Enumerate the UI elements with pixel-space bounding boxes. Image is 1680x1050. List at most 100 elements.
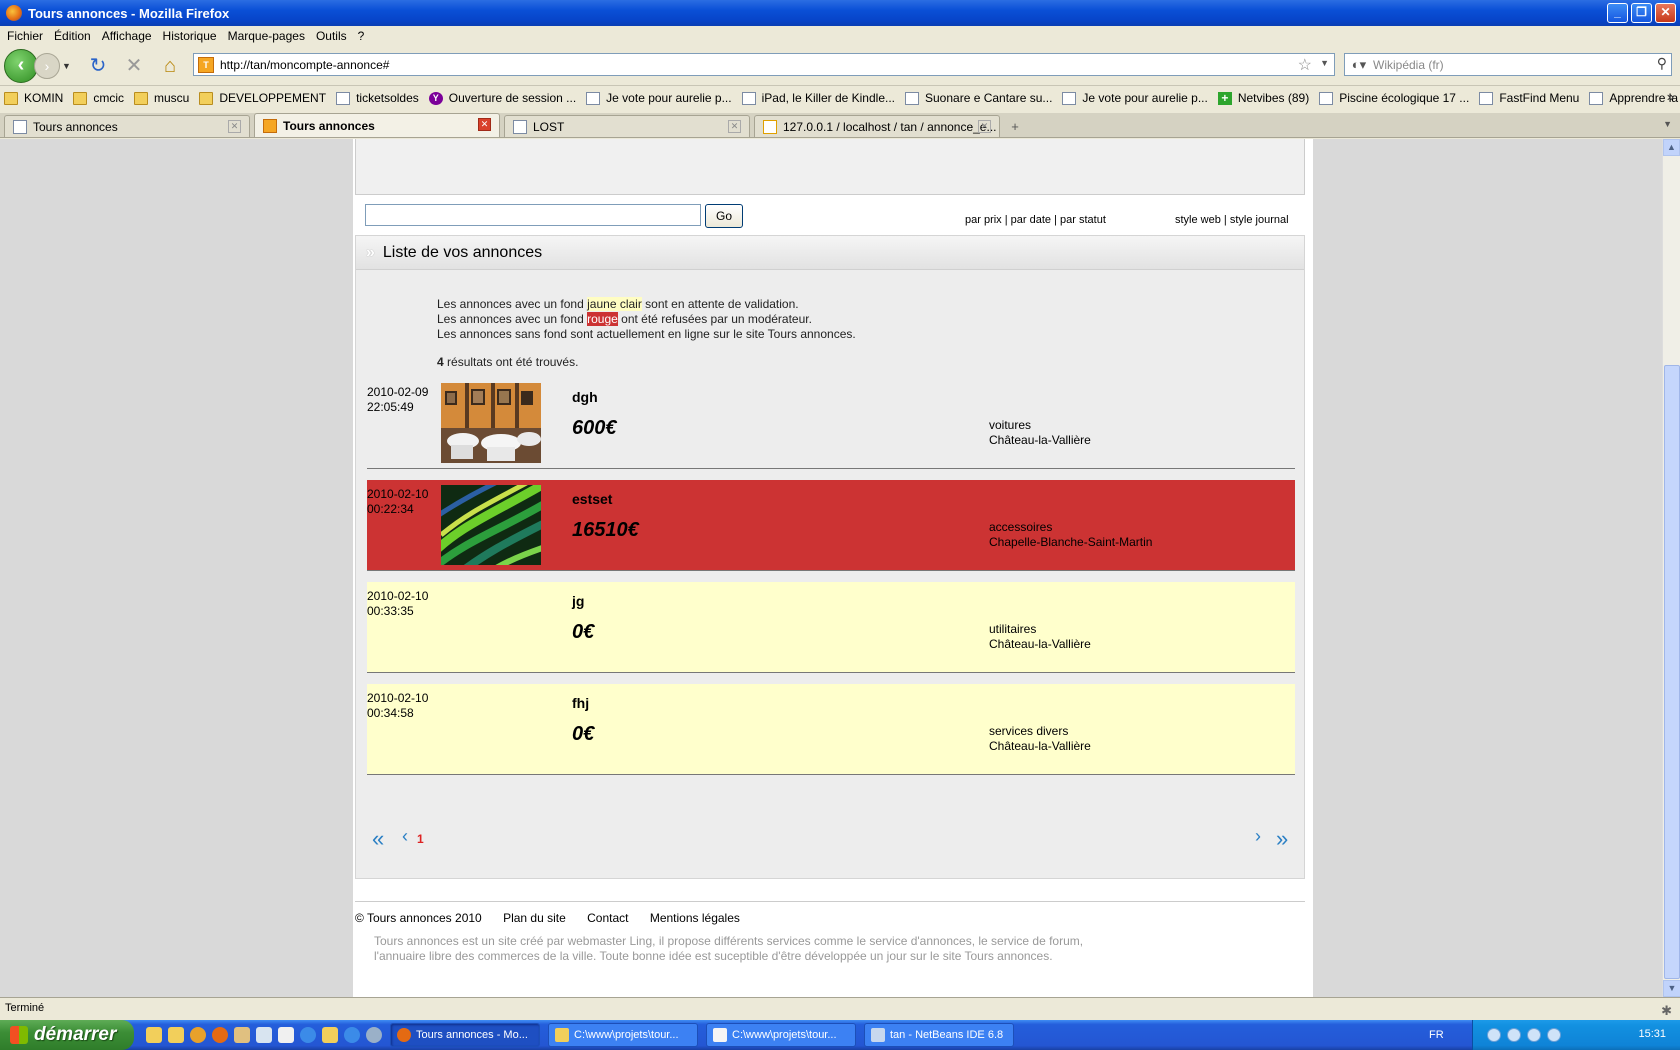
sort-by-status-link[interactable]: par statut bbox=[1060, 214, 1106, 226]
close-window-button[interactable]: ✕ bbox=[1655, 3, 1676, 23]
search-icon[interactable]: ⚲ bbox=[1657, 55, 1667, 72]
url-bar[interactable]: T http://tan/moncompte-annonce# ☆ ▼ bbox=[193, 53, 1335, 76]
tool-icon[interactable] bbox=[256, 1027, 272, 1043]
menu-fichier[interactable]: Fichier bbox=[7, 29, 43, 43]
folder-icon[interactable] bbox=[168, 1027, 184, 1043]
taskbar-item[interactable]: Tours annonces - Mo... bbox=[390, 1023, 540, 1047]
history-dropdown-icon[interactable]: ▼ bbox=[62, 61, 74, 71]
bookmarks-overflow-icon[interactable]: » bbox=[1667, 89, 1674, 104]
previous-page-button[interactable]: ‹ bbox=[402, 826, 408, 847]
dropbox-icon[interactable] bbox=[1507, 1028, 1521, 1042]
last-page-button[interactable]: » bbox=[1276, 826, 1288, 852]
bookmark-item[interactable]: KOMIN bbox=[4, 91, 63, 105]
style-web-link[interactable]: style web bbox=[1175, 214, 1221, 226]
listing-row-pending[interactable]: 2010-02-10 00:34:58 fhj 0€ services diver… bbox=[367, 684, 1295, 775]
bookmark-item[interactable]: Piscine écologique 17 ... bbox=[1319, 91, 1469, 105]
menu-marque-pages[interactable]: Marque-pages bbox=[228, 29, 305, 43]
language-indicator[interactable]: FR bbox=[1429, 1029, 1444, 1041]
reload-icon[interactable]: ↻ bbox=[86, 54, 110, 78]
next-page-button[interactable]: › bbox=[1255, 826, 1261, 847]
menu-historique[interactable]: Historique bbox=[163, 29, 217, 43]
bookmark-item[interactable]: muscu bbox=[134, 91, 189, 105]
scroll-up-icon[interactable]: ▲ bbox=[1663, 139, 1680, 156]
bookmark-item[interactable]: iPad, le Killer de Kindle... bbox=[741, 91, 895, 105]
back-button[interactable]: ‹ bbox=[4, 48, 38, 83]
listing-row-refused[interactable]: 2010-02-10 00:22:34 estset 16510€ accesso… bbox=[367, 472, 1295, 588]
listing-title[interactable]: fhj bbox=[572, 695, 589, 711]
ie-icon[interactable] bbox=[300, 1027, 316, 1043]
bookmark-item[interactable]: Y Ouverture de session ... bbox=[428, 91, 576, 105]
security-shield-icon[interactable] bbox=[1527, 1028, 1541, 1042]
tab[interactable]: 127.0.0.1 / localhost / tan / annonce_e.… bbox=[754, 115, 1000, 137]
scroll-thumb[interactable] bbox=[1664, 365, 1680, 979]
globe-icon[interactable] bbox=[366, 1027, 382, 1043]
taskbar-item[interactable]: C:\www\projets\tour... bbox=[706, 1023, 856, 1047]
page-content: Go par prix | par date | par statut styl… bbox=[353, 139, 1313, 997]
vertical-scrollbar[interactable]: ▲ ▼ bbox=[1662, 139, 1680, 997]
bookmark-item[interactable]: Je vote pour aurelie p... bbox=[1062, 91, 1208, 105]
listing-row-pending[interactable]: 2010-02-10 00:33:35 jg 0€ utilitaires Chât… bbox=[367, 582, 1295, 673]
search-bar[interactable]: ◐▾ Wikipédia (fr) ⚲ bbox=[1344, 53, 1672, 76]
first-page-button[interactable]: « bbox=[372, 826, 384, 852]
listing-row[interactable]: 2010-02-09 22:05:49 dgh 600€ voitures Ch… bbox=[367, 378, 1295, 469]
ie-icon[interactable] bbox=[344, 1027, 360, 1043]
listing-search-input[interactable] bbox=[365, 204, 701, 226]
stop-icon[interactable]: ✕ bbox=[122, 54, 146, 78]
tab[interactable]: LOST ✕ bbox=[504, 115, 750, 137]
close-tab-icon[interactable]: ✕ bbox=[478, 118, 491, 131]
home-icon[interactable]: ⌂ bbox=[158, 54, 182, 78]
folder-icon[interactable] bbox=[146, 1027, 162, 1043]
bookmark-item[interactable]: cmcic bbox=[73, 91, 124, 105]
url-text[interactable]: http://tan/moncompte-annonce# bbox=[220, 58, 389, 72]
listing-title[interactable]: jg bbox=[572, 593, 584, 609]
sitemap-link[interactable]: Plan du site bbox=[503, 911, 566, 925]
close-tab-icon[interactable]: ✕ bbox=[228, 120, 241, 133]
site-footer: © Tours annonces 2010 Plan du site Conta… bbox=[355, 901, 1305, 964]
close-tab-icon[interactable]: ✕ bbox=[728, 120, 741, 133]
minimize-button[interactable]: _ bbox=[1607, 3, 1628, 23]
folder-icon[interactable] bbox=[322, 1027, 338, 1043]
bookmark-item[interactable]: + Netvibes (89) bbox=[1217, 91, 1309, 105]
user-icon[interactable] bbox=[234, 1027, 250, 1043]
taskbar-item[interactable]: tan - NetBeans IDE 6.8 bbox=[864, 1023, 1014, 1047]
menu-affichage[interactable]: Affichage bbox=[102, 29, 152, 43]
volume-icon[interactable] bbox=[1547, 1028, 1561, 1042]
sort-by-date-link[interactable]: par date bbox=[1011, 214, 1051, 226]
menu-edition[interactable]: Édition bbox=[54, 29, 91, 43]
network-icon[interactable] bbox=[1487, 1028, 1501, 1042]
go-button[interactable]: Go bbox=[705, 204, 743, 228]
bookmark-item[interactable]: DEVELOPPEMENT bbox=[199, 91, 326, 105]
listing-title[interactable]: dgh bbox=[572, 389, 598, 405]
listing-title[interactable]: estset bbox=[572, 491, 612, 507]
firefox-icon[interactable] bbox=[212, 1027, 228, 1043]
scroll-down-icon[interactable]: ▼ bbox=[1663, 980, 1680, 997]
url-dropdown-icon[interactable]: ▼ bbox=[1320, 58, 1329, 68]
tab-active[interactable]: Tours annonces ✕ bbox=[254, 113, 500, 137]
sort-by-price-link[interactable]: par prix bbox=[965, 214, 1002, 226]
listing-photo[interactable] bbox=[441, 383, 541, 463]
listing-photo[interactable] bbox=[427, 472, 554, 588]
close-tab-icon[interactable]: ✕ bbox=[978, 120, 991, 133]
start-button[interactable]: démarrer bbox=[0, 1020, 134, 1050]
current-page-number[interactable]: 1 bbox=[417, 832, 424, 846]
menu-aide[interactable]: ? bbox=[358, 29, 365, 43]
notepad-icon[interactable] bbox=[278, 1027, 294, 1043]
bookmark-item[interactable]: Je vote pour aurelie p... bbox=[586, 91, 732, 105]
tab-list-dropdown-icon[interactable]: ▼ bbox=[1663, 119, 1672, 129]
bookmark-star-icon[interactable]: ☆ bbox=[1298, 55, 1312, 75]
contact-link[interactable]: Contact bbox=[587, 911, 628, 925]
new-tab-button[interactable]: + bbox=[1004, 117, 1026, 137]
tab[interactable]: Tours annonces ✕ bbox=[4, 115, 250, 137]
search-placeholder[interactable]: Wikipédia (fr) bbox=[1373, 58, 1444, 72]
style-journal-link[interactable]: style journal bbox=[1230, 214, 1289, 226]
maximize-button[interactable]: ❐ bbox=[1631, 3, 1652, 23]
chrome-icon[interactable] bbox=[190, 1027, 206, 1043]
forward-button[interactable]: › bbox=[34, 52, 60, 79]
menu-outils[interactable]: Outils bbox=[316, 29, 347, 43]
taskbar-item[interactable]: C:\www\projets\tour... bbox=[548, 1023, 698, 1047]
bookmark-item[interactable]: Suonare e Cantare su... bbox=[905, 91, 1052, 105]
bookmark-item[interactable]: FastFind Menu bbox=[1479, 91, 1579, 105]
bookmark-item[interactable]: ticketsoldes bbox=[336, 91, 419, 105]
search-engine-icon[interactable]: ◐▾ bbox=[1345, 54, 1373, 75]
legal-link[interactable]: Mentions légales bbox=[650, 911, 740, 925]
